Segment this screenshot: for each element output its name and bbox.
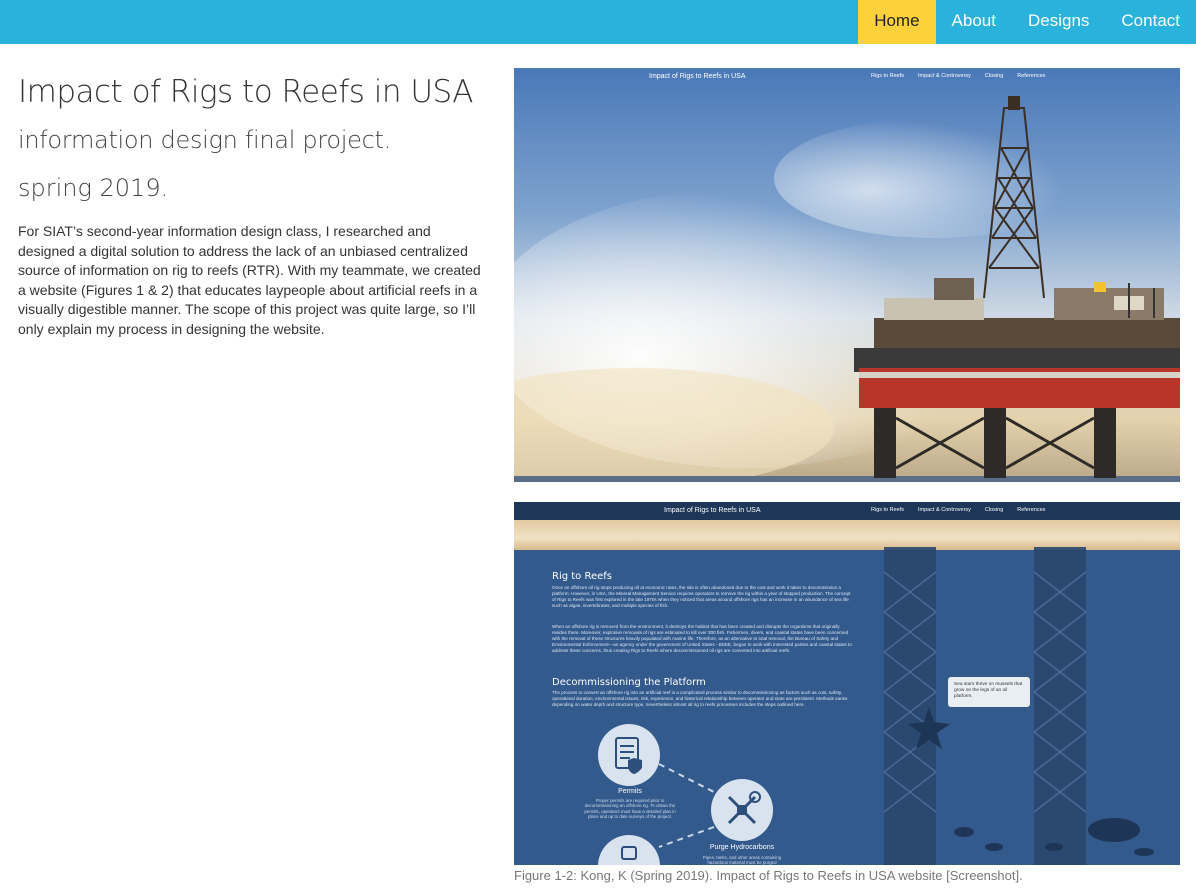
main-nav: Home About Designs Contact	[858, 0, 1196, 44]
permit-document-icon	[615, 737, 642, 774]
nav-contact[interactable]: Contact	[1105, 0, 1196, 44]
top-navbar: Home About Designs Contact	[0, 0, 1196, 44]
purge-step-desc: Pipes, tanks, and other areas containing…	[702, 855, 782, 865]
figure-1-link-closing: Closing	[984, 73, 1004, 79]
purge-step-circle	[711, 779, 773, 841]
figure-1-link-references: References	[1017, 73, 1046, 79]
figure-1-link-rigs: Rigs to Reefs	[871, 73, 905, 79]
nav-about[interactable]: About	[936, 0, 1012, 44]
nav-designs[interactable]: Designs	[1012, 0, 1105, 44]
purge-step-label: Purge Hydrocarbons	[709, 844, 775, 851]
project-intro: Impact of Rigs to Reefs in USA informati…	[18, 74, 483, 340]
third-step-circle	[598, 835, 660, 865]
permits-step-circle	[598, 724, 660, 786]
project-term: spring 2019.	[18, 174, 169, 202]
figure-1-site-title: Impact of Rigs to Reefs in USA	[649, 73, 746, 80]
oil-rig-photo	[514, 68, 1180, 482]
nav-home[interactable]: Home	[858, 0, 936, 44]
project-subtitle: information design final project.	[18, 126, 391, 154]
figure-1-link-impact: Impact & Controversy	[918, 73, 971, 79]
barrel-icon	[621, 846, 637, 860]
figure-1-screenshot: Impact of Rigs to Reefs in USA Rigs to R…	[514, 68, 1180, 482]
figure-2-screenshot: Impact of Rigs to Reefs in USA Rigs to R…	[514, 502, 1180, 865]
permits-step-desc: Proper permits are required prior to dec…	[584, 798, 676, 820]
project-description: For SIAT’s second-year information desig…	[18, 223, 481, 337]
pipe-tools-icon	[727, 791, 761, 825]
figure-caption: Figure 1-2: Kong, K (Spring 2019). Impac…	[514, 868, 1023, 883]
permits-step-label: Permits	[618, 788, 642, 795]
project-title: Impact of Rigs to Reefs in USA	[18, 74, 474, 110]
figure-1-site-nav: Rigs to Reefs Impact & Controversy Closi…	[871, 73, 1045, 79]
